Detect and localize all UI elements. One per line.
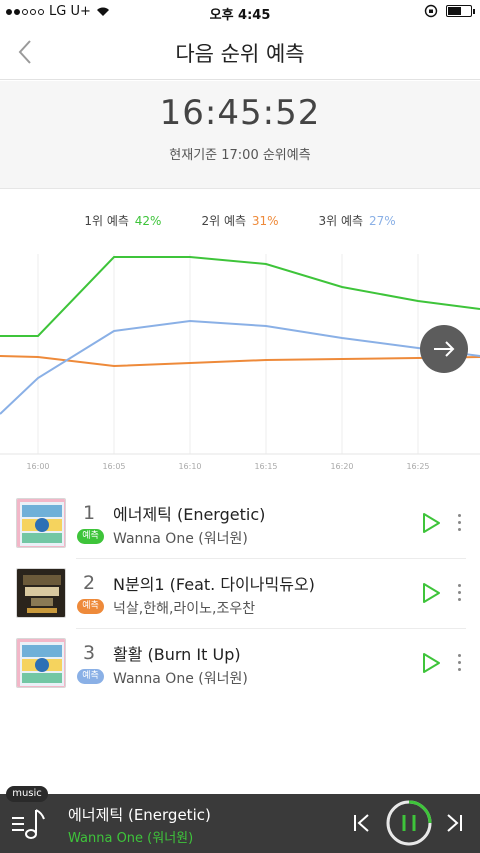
- legend-label: 1위 예측: [84, 214, 129, 228]
- list-item[interactable]: 1 예측 에너제틱 (Energetic) Wanna One (워너원): [0, 488, 480, 558]
- pause-icon[interactable]: [385, 799, 433, 847]
- countdown-panel: 16:45:52 현재기준 17:00 순위예측: [0, 81, 480, 189]
- series-line-rank-3: [0, 319, 480, 415]
- now-playing-artist[interactable]: Wanna One (워너원): [68, 827, 193, 846]
- x-tick-label: 16:05: [102, 462, 125, 471]
- prediction-badge: 예측: [77, 529, 104, 544]
- legend-pct: 42%: [134, 214, 162, 228]
- play-icon[interactable]: [421, 652, 441, 674]
- chart-legend: 1위 예측 42% 2위 예측 31% 3위 예측 27%: [0, 212, 480, 229]
- x-tick-label: 16:00: [26, 462, 49, 471]
- music-note-list-icon[interactable]: [10, 806, 50, 842]
- carrier-label: LG U+: [49, 4, 91, 19]
- x-tick-label: 16:10: [178, 462, 201, 471]
- legend-item-2: 2위 예측 31%: [201, 212, 278, 229]
- status-bar: LG U+ 오후 4:45: [0, 0, 480, 24]
- legend-pct: 27%: [368, 214, 396, 228]
- song-list: 1 예측 에너제틱 (Energetic) Wanna One (워너원) 2 …: [0, 488, 480, 698]
- album-art: [16, 498, 66, 548]
- prediction-badge: 예측: [77, 669, 104, 684]
- mini-player: music 에너제틱 (Energetic) Wanna One (워너원): [0, 786, 480, 853]
- chart-next-button[interactable]: [420, 325, 468, 373]
- song-artist: Wanna One (워너원): [113, 671, 248, 687]
- signal-area: LG U+: [6, 4, 110, 19]
- song-title: 활활 (Burn It Up): [113, 645, 241, 664]
- album-art: [16, 568, 66, 618]
- arrow-right-icon: [434, 341, 455, 357]
- prediction-badge: 예측: [77, 599, 104, 614]
- now-playing-title[interactable]: 에너제틱 (Energetic): [68, 804, 211, 825]
- countdown-clock: 16:45:52: [159, 93, 321, 133]
- rank-number: 1: [82, 502, 96, 524]
- x-tick-label: 16:25: [406, 462, 429, 471]
- page-title: 다음 순위 예측: [175, 42, 305, 66]
- signal-strength-icon: [6, 8, 44, 15]
- rotation-lock-icon: [424, 4, 438, 18]
- song-title: 에너제틱 (Energetic): [113, 505, 266, 524]
- more-vertical-icon[interactable]: [455, 654, 463, 674]
- play-icon[interactable]: [421, 512, 441, 534]
- list-item[interactable]: 3 예측 활활 (Burn It Up) Wanna One (워너원): [0, 628, 480, 698]
- status-right: [424, 4, 475, 18]
- rank-number: 3: [82, 642, 96, 664]
- list-item[interactable]: 2 예측 N분의1 (Feat. 다이나믹듀오) 넉살,한해,라이노,조우찬: [0, 558, 480, 628]
- rank-prediction-chart: 16:00 16:05 16:10 16:15 16:20 16:25: [0, 236, 480, 476]
- legend-label: 2위 예측: [201, 214, 247, 228]
- play-icon[interactable]: [421, 582, 441, 604]
- x-tick-label: 16:20: [330, 462, 353, 471]
- skip-previous-icon[interactable]: [350, 811, 374, 835]
- chevron-left-icon[interactable]: [12, 36, 42, 68]
- battery-icon: [446, 5, 475, 17]
- skip-next-icon[interactable]: [442, 811, 466, 835]
- legend-item-1: 1위 예측 42%: [84, 212, 161, 229]
- countdown-caption: 현재기준 17:00 순위예측: [169, 148, 311, 163]
- legend-item-3: 3위 예측 27%: [319, 212, 396, 229]
- wifi-icon: [96, 7, 109, 16]
- music-tag[interactable]: music: [6, 786, 48, 802]
- nav-bar: 다음 순위 예측: [0, 24, 480, 80]
- more-vertical-icon[interactable]: [455, 514, 463, 534]
- more-vertical-icon[interactable]: [455, 584, 463, 604]
- song-title: N분의1 (Feat. 다이나믹듀오): [113, 575, 315, 594]
- song-artist: Wanna One (워너원): [113, 531, 248, 547]
- legend-label: 3위 예측: [318, 214, 364, 228]
- chart-svg: 16:00 16:05 16:10 16:15 16:20 16:25: [0, 254, 480, 471]
- song-artist: 넉살,한해,라이노,조우찬: [113, 601, 256, 617]
- album-art: [16, 638, 66, 688]
- x-tick-label: 16:15: [254, 462, 277, 471]
- legend-pct: 31%: [251, 214, 279, 228]
- rank-number: 2: [82, 572, 96, 594]
